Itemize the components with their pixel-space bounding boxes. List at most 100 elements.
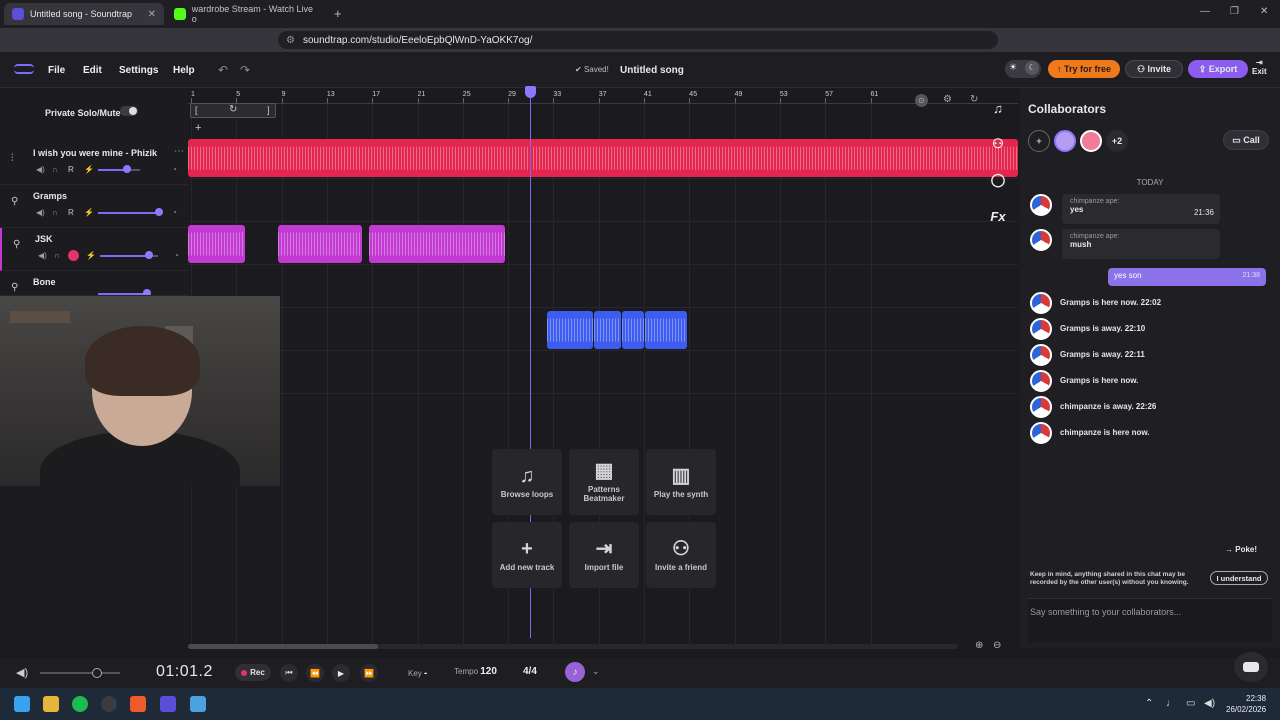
snap-icon[interactable]: ⊙ — [915, 94, 928, 107]
grid-settings-icon[interactable]: ⚙ — [943, 94, 952, 105]
track-header-selected[interactable]: ⚲ JSK ◀) ∩ ⚡ ◔ — [0, 228, 188, 271]
fx-panel-icon[interactable]: Fx — [984, 202, 1012, 230]
record-button[interactable]: Rec — [235, 664, 271, 681]
volume-slider-knob[interactable] — [143, 289, 151, 295]
song-title[interactable]: Untitled song — [620, 65, 684, 76]
windows-start-icon[interactable] — [14, 696, 30, 712]
invite-friend-tile[interactable]: ⚇ Invite a friend — [646, 522, 716, 588]
file-explorer-icon[interactable] — [43, 696, 59, 712]
loop-toggle-icon[interactable]: ↻ — [970, 94, 978, 105]
add-marker-icon[interactable]: + — [195, 122, 201, 134]
playhead-handle[interactable] — [525, 86, 536, 98]
skip-to-start-icon[interactable]: ⏮ — [280, 664, 298, 682]
close-tab-icon[interactable]: ✕ — [148, 9, 156, 20]
horizontal-scrollbar[interactable] — [188, 644, 958, 649]
menu-edit[interactable]: Edit — [83, 65, 102, 76]
avatar[interactable] — [1054, 130, 1076, 152]
track-header[interactable]: ⚲ Gramps ◀) ∩ R ⚡ ◔ — [0, 185, 188, 228]
mute-icon[interactable]: ◀) — [36, 165, 45, 174]
theme-toggle[interactable]: ☀ ☾ — [1005, 60, 1041, 78]
volume-slider-knob[interactable] — [123, 165, 131, 173]
audio-region[interactable] — [547, 311, 593, 349]
patterns-beatmaker-tile[interactable]: ▦ Patterns Beatmaker — [569, 449, 639, 515]
loop-end-icon[interactable]: ] — [267, 105, 270, 115]
volume-slider-knob[interactable] — [155, 208, 163, 216]
headphones-icon[interactable]: ∩ — [54, 251, 60, 260]
play-icon[interactable]: ▶ — [332, 664, 350, 682]
menu-file[interactable]: File — [48, 65, 65, 76]
fast-forward-icon[interactable]: ⏩ — [360, 664, 378, 682]
site-info-icon[interactable]: ⚙ — [286, 35, 295, 46]
track-name[interactable]: JSK — [35, 234, 53, 244]
menu-settings[interactable]: Settings — [119, 65, 158, 76]
record-arm-button[interactable]: R — [68, 165, 74, 174]
more-collaborators-badge[interactable]: +2 — [1106, 130, 1128, 152]
headphones-icon[interactable]: ∩ — [52, 165, 58, 174]
exit-button[interactable]: ⇥ Exit — [1252, 58, 1267, 76]
mute-icon[interactable]: ◀) — [38, 251, 47, 260]
track-header[interactable]: ⚲ Bone — [0, 271, 188, 296]
audio-region[interactable] — [278, 225, 362, 263]
zoom-in-icon[interactable]: ⊕ — [975, 640, 983, 651]
audio-region[interactable] — [188, 139, 1018, 177]
track-name[interactable]: I wish you were mine - Phizik — [33, 148, 157, 158]
try-free-button[interactable]: ↑ Try for free — [1048, 60, 1120, 78]
private-solo-toggle[interactable] — [120, 106, 138, 116]
music-note-icon[interactable]: ♫ — [984, 94, 1012, 122]
time-signature-control[interactable]: 4/4 — [523, 666, 537, 677]
add-track-tile[interactable]: + Add new track — [492, 522, 562, 588]
menu-help[interactable]: Help — [173, 65, 195, 76]
undo-icon[interactable]: ↶ — [218, 63, 228, 77]
audio-region[interactable] — [622, 311, 644, 349]
scrollbar-thumb[interactable] — [188, 644, 378, 649]
loop-region[interactable]: [ ↻ ] — [190, 103, 276, 118]
audio-region[interactable] — [188, 225, 245, 263]
fx-icon[interactable]: ⚡ — [86, 251, 96, 260]
audio-region[interactable] — [369, 225, 505, 263]
notepad-icon[interactable] — [190, 696, 206, 712]
track-menu-icon[interactable]: ⋯ — [174, 146, 184, 157]
audio-region[interactable] — [645, 311, 687, 349]
new-tab-icon[interactable]: + — [334, 6, 342, 21]
loop-start-icon[interactable]: [ — [195, 105, 198, 115]
import-file-tile[interactable]: ⇥ Import file — [569, 522, 639, 588]
master-volume-icon[interactable]: ◀) — [16, 666, 28, 679]
track-header[interactable]: ⫶ I wish you were mine - Phizik ⋯ ◀) ∩ R… — [0, 142, 188, 185]
master-volume-slider[interactable] — [40, 668, 120, 678]
microphone-icon[interactable]: ♩ — [1166, 698, 1176, 709]
redo-icon[interactable]: ↷ — [240, 63, 250, 77]
pan-knob-icon[interactable]: ◔ — [172, 208, 177, 217]
track-name[interactable]: Bone — [33, 277, 56, 287]
minimize-icon[interactable]: — — [1200, 6, 1210, 17]
record-armed-icon[interactable] — [68, 250, 79, 261]
understand-button[interactable]: I understand — [1210, 571, 1268, 585]
record-arm-button[interactable]: R — [68, 208, 74, 217]
volume-slider-knob[interactable] — [145, 251, 153, 259]
collaborators-icon[interactable]: ⚇ — [984, 130, 1012, 158]
call-button[interactable]: ▭ Call — [1223, 130, 1269, 150]
chevron-down-icon[interactable]: ⌄ — [592, 666, 600, 677]
avatar[interactable] — [1080, 130, 1102, 152]
restore-icon[interactable]: ❐ — [1230, 6, 1239, 17]
headphones-icon[interactable]: ∩ — [52, 208, 58, 217]
fx-icon[interactable]: ⚡ — [84, 208, 94, 217]
soundtrap-logo[interactable] — [14, 64, 34, 74]
mute-icon[interactable]: ◀) — [36, 208, 45, 217]
zoom-out-icon[interactable]: ⊖ — [993, 640, 1001, 651]
browse-loops-tile[interactable]: ♫ Browse loops — [492, 449, 562, 515]
brave-icon[interactable] — [130, 696, 146, 712]
key-control[interactable]: Key - — [408, 668, 427, 679]
chat-fab-button[interactable] — [1234, 652, 1268, 682]
track-name[interactable]: Gramps — [33, 191, 67, 201]
tab-kick[interactable]: wardrobe Stream - Watch Live o — [166, 3, 326, 25]
tempo-control[interactable]: Tempo 120 — [454, 666, 497, 677]
tray-chevron-icon[interactable]: ⌃ — [1145, 698, 1153, 709]
timeline-ruler[interactable]: 1 5 9 13 17 21 25 29 33 37 41 45 49 53 57 61 — [188, 88, 1018, 104]
obs-icon[interactable] — [160, 696, 176, 712]
metronome-icon[interactable]: ♪ — [565, 662, 585, 682]
play-synth-tile[interactable]: ▥ Play the synth — [646, 449, 716, 515]
chat-input[interactable]: Say something to your collaborators... — [1028, 598, 1272, 642]
invite-button[interactable]: ⚇ Invite — [1125, 60, 1183, 78]
add-collaborator-button[interactable]: + — [1028, 130, 1050, 152]
chat-icon[interactable]: ◯ — [984, 166, 1012, 194]
